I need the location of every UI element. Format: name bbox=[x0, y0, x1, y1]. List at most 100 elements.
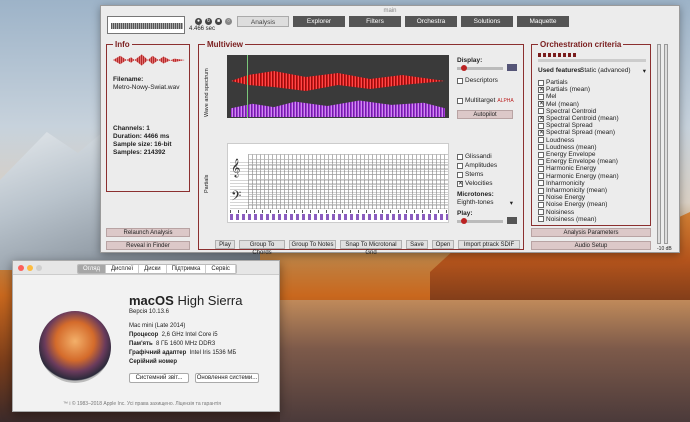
amplitudes-checkbox[interactable]: Amplitudes bbox=[457, 162, 497, 169]
checkbox-box[interactable] bbox=[538, 209, 544, 216]
feature-checkbox[interactable]: Energy Envelope bbox=[538, 151, 596, 158]
group-to-notes-button[interactable]: Group To Notes bbox=[289, 240, 336, 249]
feature-checkbox[interactable]: Noise Energy (mean) bbox=[538, 201, 607, 208]
checkbox-box[interactable] bbox=[538, 158, 544, 165]
feature-checkbox[interactable]: Partials bbox=[538, 79, 568, 86]
import-ptrack-sdif-button[interactable]: Import ptrack SDIF bbox=[458, 240, 520, 249]
relaunch-analysis-button[interactable]: Relaunch Analysis bbox=[106, 228, 190, 237]
feature-checkbox[interactable]: Inharmonicity bbox=[538, 180, 585, 187]
tab-displays[interactable]: Дисплеї bbox=[105, 265, 140, 273]
save-button[interactable]: Save bbox=[406, 240, 428, 249]
feature-checkbox[interactable]: Mel bbox=[538, 93, 556, 100]
play-button[interactable]: Play bbox=[215, 240, 235, 249]
analysis-parameters-button[interactable]: Analysis Parameters bbox=[531, 228, 651, 237]
dropdown-arrow-icon: ▾ bbox=[509, 200, 513, 207]
high-sierra-logo bbox=[39, 311, 111, 383]
tab-explorer[interactable]: Explorer bbox=[293, 16, 345, 27]
open-button[interactable]: Open bbox=[432, 240, 454, 249]
group-to-chords-button[interactable]: Group To Chords bbox=[239, 240, 285, 256]
autopilot-button[interactable]: Autopilot bbox=[457, 110, 513, 119]
glissandi-checkbox[interactable]: Glissandi bbox=[457, 153, 492, 160]
stems-checkbox[interactable]: Stems bbox=[457, 171, 483, 178]
feature-checkbox[interactable]: Harmonic Energy (mean) bbox=[538, 173, 619, 180]
tab-analysis[interactable]: Analysis bbox=[237, 16, 289, 27]
microtones-select[interactable]: Eighth-tones ▾ bbox=[457, 199, 513, 207]
checkbox-box[interactable] bbox=[538, 194, 544, 201]
descriptors-checkbox[interactable]: Descriptors bbox=[457, 77, 498, 84]
tab-maquette[interactable]: Maquette bbox=[517, 16, 569, 27]
partials-axis-label: Partials bbox=[204, 174, 210, 193]
microtones-label: Microtones: bbox=[457, 191, 494, 198]
tab-storage[interactable]: Диски bbox=[139, 265, 167, 273]
checkbox-box[interactable]: ✕ bbox=[538, 129, 544, 136]
mute-icon[interactable]: ● bbox=[195, 18, 202, 25]
checkbox-box[interactable] bbox=[538, 79, 544, 86]
software-update-button[interactable]: Оновлення системи... bbox=[195, 373, 259, 383]
tab-orchestra[interactable]: Orchestra bbox=[405, 16, 457, 27]
audio-setup-button[interactable]: Audio Setup bbox=[531, 241, 651, 250]
checkbox-box[interactable] bbox=[538, 93, 544, 100]
tab-filters[interactable]: Filters bbox=[349, 16, 401, 27]
velocities-checkbox[interactable]: ✕ Velocities bbox=[457, 180, 492, 187]
display-slider-knob[interactable] bbox=[461, 65, 467, 71]
checkbox-box[interactable]: ✕ bbox=[538, 115, 544, 122]
feature-checkbox[interactable]: Spectral Spread bbox=[538, 122, 593, 129]
checkbox-box[interactable] bbox=[538, 187, 544, 194]
spectrum-view[interactable] bbox=[227, 55, 449, 118]
feature-checkbox[interactable]: Loudness bbox=[538, 137, 574, 144]
checkbox-box[interactable] bbox=[538, 108, 544, 115]
tab-support[interactable]: Підтримка bbox=[166, 265, 207, 273]
feature-checkbox[interactable]: ✕ Partials (mean) bbox=[538, 86, 590, 93]
feature-checkbox[interactable]: ✕ Spectral Centroid (mean) bbox=[538, 115, 619, 122]
checkbox-box[interactable]: ✕ bbox=[538, 86, 544, 93]
close-icon[interactable] bbox=[18, 265, 24, 271]
mini-waveform[interactable] bbox=[107, 16, 185, 34]
checkbox-box[interactable] bbox=[538, 165, 544, 172]
feature-checkbox[interactable]: Spectral Centroid bbox=[538, 108, 596, 115]
feature-checkbox[interactable]: Loudness (mean) bbox=[538, 144, 597, 151]
feature-checkbox[interactable]: Noisiness (mean) bbox=[538, 216, 597, 223]
play-options-icon[interactable] bbox=[507, 217, 517, 224]
zoom-icon[interactable] bbox=[36, 265, 42, 271]
tab-solutions[interactable]: Solutions bbox=[461, 16, 513, 27]
checkbox-box[interactable] bbox=[538, 180, 544, 187]
checkbox-box[interactable] bbox=[538, 137, 544, 144]
minimize-icon[interactable] bbox=[27, 265, 33, 271]
checkbox-box[interactable] bbox=[538, 122, 544, 129]
about-this-mac-window: Огляд Дисплеї Диски Підтримка Сервіс mac… bbox=[12, 260, 280, 412]
checkbox-box[interactable] bbox=[538, 173, 544, 180]
multitarget-checkbox[interactable]: Multitarget ALPHA bbox=[457, 97, 514, 104]
used-features-select[interactable]: Static (advanced) ▾ bbox=[580, 67, 646, 75]
checkbox-box[interactable] bbox=[538, 144, 544, 151]
checkbox-box[interactable] bbox=[538, 151, 544, 158]
checkbox-box[interactable] bbox=[538, 216, 544, 223]
orchestration-criteria-panel: Orchestration criteria Used features: St… bbox=[531, 40, 651, 226]
feature-label: Spectral Spread bbox=[546, 122, 593, 130]
level-meter-left bbox=[657, 44, 661, 244]
partials-score-view[interactable]: 𝄞 𝄢 bbox=[227, 143, 449, 223]
play-slider-knob[interactable] bbox=[461, 218, 467, 224]
snap-to-microtonal-grid-button[interactable]: Snap To Microtonal Grid bbox=[340, 240, 402, 256]
tab-service[interactable]: Сервіс bbox=[206, 265, 236, 273]
loop-icon[interactable]: ↻ bbox=[205, 18, 212, 25]
tab-overview[interactable]: Огляд bbox=[78, 265, 106, 273]
record-icon[interactable]: ○ bbox=[225, 18, 232, 25]
system-report-button[interactable]: Системний звіт... bbox=[129, 373, 189, 383]
checkbox-box[interactable] bbox=[538, 201, 544, 208]
playhead[interactable] bbox=[247, 55, 248, 118]
stop-icon[interactable]: ■ bbox=[215, 18, 222, 25]
feature-checkbox[interactable]: Inharmonicity (mean) bbox=[538, 187, 607, 194]
feature-checkbox[interactable]: Harmonic Energy bbox=[538, 165, 596, 172]
level-meter-right[interactable] bbox=[664, 44, 668, 244]
feature-checkbox[interactable]: Noisiness bbox=[538, 209, 574, 216]
feature-scroll-bar[interactable] bbox=[538, 59, 646, 62]
os-name: macOS High Sierra bbox=[129, 293, 243, 308]
main-window: main 4.466 sec ● ↻ ■ ○ Analysis Explorer… bbox=[100, 5, 680, 256]
feature-checkbox[interactable]: Energy Envelope (mean) bbox=[538, 158, 618, 165]
reveal-in-finder-button[interactable]: Reveal in Finder bbox=[106, 241, 190, 250]
feature-checkbox[interactable]: Noise Energy bbox=[538, 194, 585, 201]
feature-strip-icon bbox=[538, 53, 578, 57]
checkbox-box[interactable]: ✕ bbox=[538, 101, 544, 108]
feature-checkbox[interactable]: ✕ Mel (mean) bbox=[538, 101, 579, 108]
feature-checkbox[interactable]: ✕ Spectral Spread (mean) bbox=[538, 129, 615, 136]
